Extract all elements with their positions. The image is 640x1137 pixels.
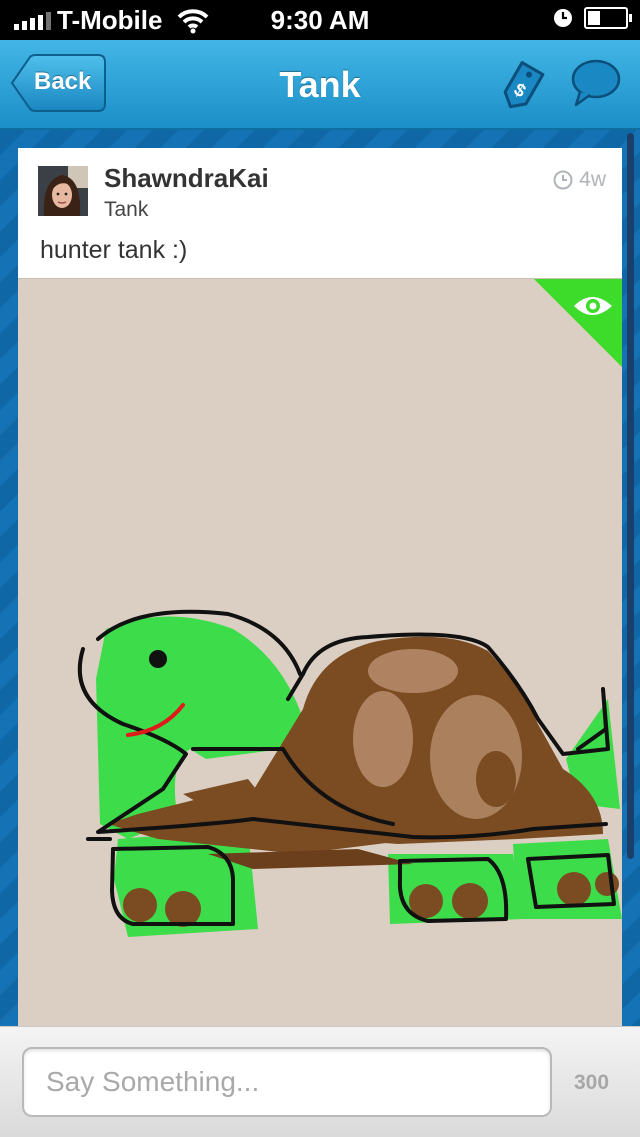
post-card: ShawndraKai Tank 4w hunter tank :) xyxy=(18,148,622,1036)
back-button[interactable]: Back xyxy=(10,54,106,112)
time-ago: 4w xyxy=(579,168,606,191)
back-button-label: Back xyxy=(34,68,92,95)
timestamp: 4w xyxy=(553,168,606,192)
turtle-drawing[interactable] xyxy=(18,278,622,1036)
chat-bubble-icon[interactable] xyxy=(570,58,622,108)
turtle-sketch xyxy=(77,609,622,937)
battery-icon xyxy=(584,7,632,29)
username[interactable]: ShawndraKai xyxy=(104,163,269,194)
avatar[interactable] xyxy=(38,166,88,216)
character-count: 300 xyxy=(574,1071,610,1094)
comment-input[interactable] xyxy=(22,1047,552,1117)
scrollbar[interactable] xyxy=(627,133,634,859)
tag-dollar-icon[interactable]: $ xyxy=(495,56,551,114)
post-caption: hunter tank :) xyxy=(40,236,188,264)
post-subtitle: Tank xyxy=(104,198,149,221)
page-title: Tank xyxy=(279,64,361,105)
comment-bar: 300 xyxy=(0,1026,640,1137)
status-bar: T-Mobile 9:30 AM xyxy=(0,0,640,40)
navigation-bar: Back Tank $ xyxy=(0,40,640,130)
eye-icon[interactable] xyxy=(534,279,622,367)
alarm-icon xyxy=(554,9,572,27)
clock-icon xyxy=(553,170,573,190)
status-time: 9:30 AM xyxy=(270,5,370,35)
